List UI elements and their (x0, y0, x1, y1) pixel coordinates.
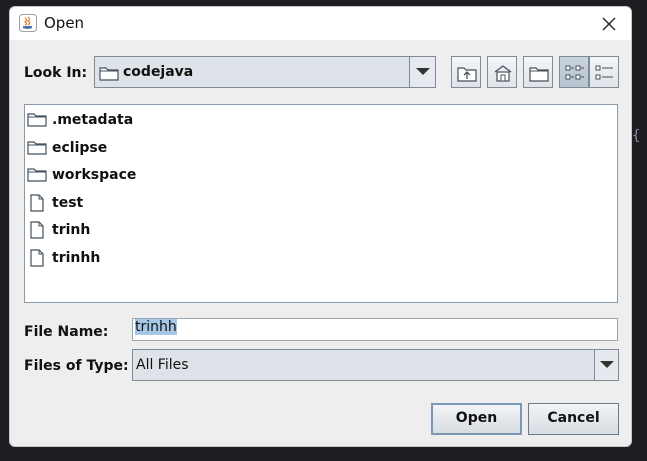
file-name: .metadata (52, 112, 134, 128)
file-name: trinhh (52, 250, 101, 266)
look-in-combobox[interactable]: codejava (94, 56, 436, 88)
new-folder-icon (529, 67, 549, 82)
folder-icon (27, 168, 47, 182)
up-one-level-icon (457, 67, 477, 82)
look-in-value: codejava (123, 64, 194, 80)
list-item[interactable]: workspace (27, 163, 167, 187)
list-item[interactable]: trinhh (27, 246, 167, 270)
files-of-type-combobox[interactable]: All Files (132, 349, 619, 381)
details-view-icon (595, 65, 613, 80)
home-icon (494, 65, 512, 82)
close-icon[interactable] (598, 13, 620, 35)
background-editor-strip (0, 0, 9, 461)
look-in-label: Look In: (24, 65, 88, 81)
file-name-label: File Name: (24, 324, 109, 340)
title-bar[interactable]: Open (10, 7, 631, 40)
up-one-level-button[interactable] (451, 56, 481, 88)
files-of-type-label: Files of Type: (24, 358, 129, 374)
file-icon (30, 221, 44, 239)
files-of-type-value: All Files (136, 357, 189, 373)
file-list[interactable]: .metadata eclipse workspace test trinh t… (24, 104, 618, 303)
files-of-type-dropdown-button[interactable] (594, 350, 618, 380)
list-item[interactable]: eclipse (27, 136, 167, 160)
new-folder-button[interactable] (523, 56, 553, 88)
open-button[interactable]: Open (431, 403, 522, 435)
list-item[interactable]: test (27, 191, 167, 215)
details-view-button[interactable] (589, 56, 619, 88)
folder-icon (27, 113, 47, 127)
background-editor-brace: { (632, 128, 641, 144)
list-view-button[interactable] (559, 56, 589, 88)
file-name: eclipse (52, 140, 108, 156)
file-icon (30, 249, 44, 267)
file-name-field[interactable]: trinhh (132, 318, 618, 341)
folder-icon (99, 67, 119, 81)
home-button[interactable] (487, 56, 517, 88)
list-item[interactable]: trinh (27, 218, 167, 242)
chevron-down-icon (416, 68, 430, 75)
dialog-title: Open (44, 14, 85, 32)
list-item[interactable]: .metadata (27, 108, 167, 132)
chevron-down-icon (600, 361, 614, 368)
file-name: trinh (52, 222, 91, 238)
cancel-button[interactable]: Cancel (528, 403, 619, 435)
look-in-dropdown-button[interactable] (409, 57, 435, 87)
file-name: workspace (52, 167, 137, 183)
file-name-value: trinhh (135, 319, 177, 335)
open-dialog: Open Look In: codejava .metadata eclipse… (9, 6, 632, 447)
list-view-icon (565, 65, 584, 80)
file-icon (30, 194, 44, 212)
java-app-icon (19, 14, 37, 32)
folder-icon (27, 141, 47, 155)
file-name: test (52, 195, 84, 211)
